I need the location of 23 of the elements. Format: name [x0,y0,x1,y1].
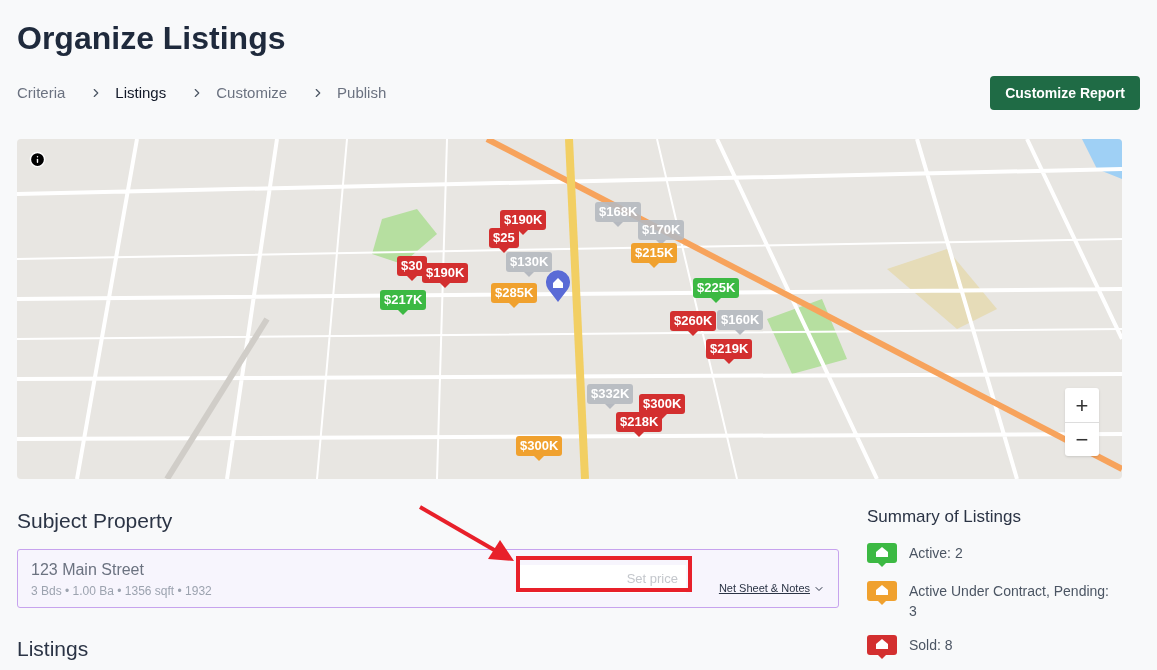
net-sheet-link[interactable]: Net Sheet & Notes [718,580,825,597]
summary-label: Sold: 8 [909,636,954,655]
summary-label: Active: 2 [909,544,964,563]
summary-heading: Summary of Listings [867,506,1022,528]
subject-pin-icon [545,270,571,302]
breadcrumb-step[interactable]: Listings [115,81,167,105]
status-marker-icon [867,543,897,567]
page-title: Organize Listings [17,19,287,58]
customize-report-button[interactable]: Customize Report [990,76,1140,110]
breadcrumb-step[interactable]: Customize [216,81,288,105]
breadcrumb-step[interactable]: Criteria [17,81,66,105]
map[interactable]: $25 $190K $30 $190K $217K $130K $285K $168K $170K $215K $225K $260K $160K $219K $332K $300K $218K $300K + − [17,139,1122,479]
info-icon[interactable] [29,151,46,168]
subject-address: 123 Main Street [31,559,145,580]
zoom-in-button[interactable]: + [1065,388,1099,422]
listings-heading: Listings [17,636,90,662]
summary-label: Active Under Contract, Pending: 3 [909,582,1109,621]
breadcrumb-step[interactable]: Publish [337,81,387,105]
status-marker-icon [867,581,897,605]
status-marker-icon [867,635,897,659]
subject-details: 3 Bds • 1.00 Ba • 1356 sqft • 1932 [31,582,213,600]
zoom-out-button[interactable]: − [1065,422,1099,456]
subject-heading: Subject Property [17,508,174,534]
